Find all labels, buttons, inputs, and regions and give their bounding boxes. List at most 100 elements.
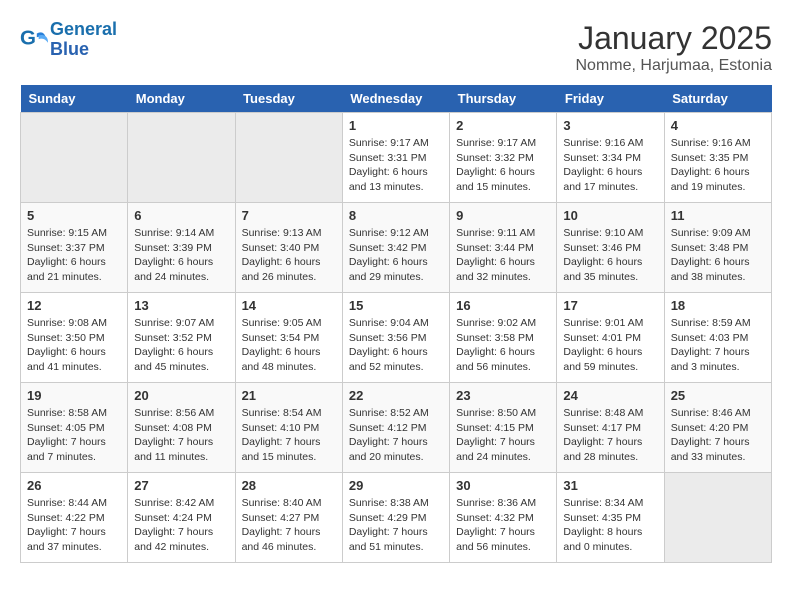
calendar-table: SundayMondayTuesdayWednesdayThursdayFrid…: [20, 85, 772, 563]
day-cell: 30 Sunrise: 8:36 AM Sunset: 4:32 PM Dayli…: [450, 473, 557, 563]
title-area: January 2025 Nomme, Harjumaa, Estonia: [575, 20, 772, 75]
day-cell: [235, 113, 342, 203]
day-info: Sunrise: 9:09 AM Sunset: 3:48 PM Dayligh…: [671, 226, 765, 285]
day-info: Sunrise: 8:46 AM Sunset: 4:20 PM Dayligh…: [671, 406, 765, 465]
day-info: Sunrise: 8:52 AM Sunset: 4:12 PM Dayligh…: [349, 406, 443, 465]
month-title: January 2025: [575, 20, 772, 57]
day-info: Sunrise: 9:08 AM Sunset: 3:50 PM Dayligh…: [27, 316, 121, 375]
day-info: Sunrise: 8:58 AM Sunset: 4:05 PM Dayligh…: [27, 406, 121, 465]
week-row-4: 19 Sunrise: 8:58 AM Sunset: 4:05 PM Dayli…: [21, 383, 772, 473]
day-number: 1: [349, 118, 443, 133]
logo: G General Blue: [20, 20, 117, 60]
day-info: Sunrise: 8:44 AM Sunset: 4:22 PM Dayligh…: [27, 496, 121, 555]
day-cell: 28Sunrise: 8:40 AM Sunset: 4:27 PM Dayli…: [235, 473, 342, 563]
day-cell: 14 Sunrise: 9:05 AM Sunset: 3:54 PM Dayli…: [235, 293, 342, 383]
day-cell: 27Sunrise: 8:42 AM Sunset: 4:24 PM Dayli…: [128, 473, 235, 563]
weekday-header-wednesday: Wednesday: [342, 85, 449, 113]
day-number: 27: [134, 478, 228, 493]
day-cell: 21 Sunrise: 8:54 AM Sunset: 4:10 PM Dayli…: [235, 383, 342, 473]
day-cell: 22 Sunrise: 8:52 AM Sunset: 4:12 PM Dayli…: [342, 383, 449, 473]
day-info: Sunrise: 8:56 AM Sunset: 4:08 PM Dayligh…: [134, 406, 228, 465]
weekday-header-row: SundayMondayTuesdayWednesdayThursdayFrid…: [21, 85, 772, 113]
day-number: 4: [671, 118, 765, 133]
day-info: Sunrise: 9:10 AM Sunset: 3:46 PM Dayligh…: [563, 226, 657, 285]
weekday-header-saturday: Saturday: [664, 85, 771, 113]
day-number: 18: [671, 298, 765, 313]
day-info: Sunrise: 9:01 AM Sunset: 4:01 PM Dayligh…: [563, 316, 657, 375]
day-number: 29: [349, 478, 443, 493]
day-number: 8: [349, 208, 443, 223]
day-info: Sunrise: 8:34 AM Sunset: 4:35 PM Dayligh…: [563, 496, 657, 555]
weekday-header-sunday: Sunday: [21, 85, 128, 113]
day-info: Sunrise: 9:15 AM Sunset: 3:37 PM Dayligh…: [27, 226, 121, 285]
day-info: Sunrise: 9:07 AM Sunset: 3:52 PM Dayligh…: [134, 316, 228, 375]
day-number: 13: [134, 298, 228, 313]
week-row-3: 12 Sunrise: 9:08 AM Sunset: 3:50 PM Dayli…: [21, 293, 772, 383]
day-cell: [664, 473, 771, 563]
day-number: 10: [563, 208, 657, 223]
weekday-header-monday: Monday: [128, 85, 235, 113]
day-cell: 17Sunrise: 9:01 AM Sunset: 4:01 PM Dayli…: [557, 293, 664, 383]
day-info: Sunrise: 9:17 AM Sunset: 3:31 PM Dayligh…: [349, 136, 443, 195]
day-cell: 16Sunrise: 9:02 AM Sunset: 3:58 PM Dayli…: [450, 293, 557, 383]
day-cell: 29Sunrise: 8:38 AM Sunset: 4:29 PM Dayli…: [342, 473, 449, 563]
day-info: Sunrise: 9:05 AM Sunset: 3:54 PM Dayligh…: [242, 316, 336, 375]
day-cell: 2Sunrise: 9:17 AM Sunset: 3:32 PM Daylig…: [450, 113, 557, 203]
svg-text:G: G: [20, 26, 36, 49]
day-cell: 9 Sunrise: 9:11 AM Sunset: 3:44 PM Daylig…: [450, 203, 557, 293]
day-cell: 20 Sunrise: 8:56 AM Sunset: 4:08 PM Dayli…: [128, 383, 235, 473]
day-info: Sunrise: 9:04 AM Sunset: 3:56 PM Dayligh…: [349, 316, 443, 375]
day-number: 3: [563, 118, 657, 133]
day-number: 21: [242, 388, 336, 403]
day-number: 7: [242, 208, 336, 223]
day-cell: 13 Sunrise: 9:07 AM Sunset: 3:52 PM Dayli…: [128, 293, 235, 383]
day-info: Sunrise: 9:14 AM Sunset: 3:39 PM Dayligh…: [134, 226, 228, 285]
header: G General Blue January 2025 Nomme, Harju…: [20, 20, 772, 75]
day-number: 15: [349, 298, 443, 313]
day-info: Sunrise: 9:13 AM Sunset: 3:40 PM Dayligh…: [242, 226, 336, 285]
logo-line1: General: [50, 19, 117, 39]
day-info: Sunrise: 9:11 AM Sunset: 3:44 PM Dayligh…: [456, 226, 550, 285]
day-cell: 18Sunrise: 8:59 AM Sunset: 4:03 PM Dayli…: [664, 293, 771, 383]
day-info: Sunrise: 9:16 AM Sunset: 3:35 PM Dayligh…: [671, 136, 765, 195]
day-info: Sunrise: 8:48 AM Sunset: 4:17 PM Dayligh…: [563, 406, 657, 465]
day-info: Sunrise: 9:17 AM Sunset: 3:32 PM Dayligh…: [456, 136, 550, 195]
day-number: 25: [671, 388, 765, 403]
day-cell: 12 Sunrise: 9:08 AM Sunset: 3:50 PM Dayli…: [21, 293, 128, 383]
day-number: 20: [134, 388, 228, 403]
day-cell: 6 Sunrise: 9:14 AM Sunset: 3:39 PM Daylig…: [128, 203, 235, 293]
location-title: Nomme, Harjumaa, Estonia: [575, 57, 772, 75]
day-number: 19: [27, 388, 121, 403]
day-info: Sunrise: 9:12 AM Sunset: 3:42 PM Dayligh…: [349, 226, 443, 285]
day-info: Sunrise: 8:36 AM Sunset: 4:32 PM Dayligh…: [456, 496, 550, 555]
day-number: 22: [349, 388, 443, 403]
day-number: 24: [563, 388, 657, 403]
weekday-header-friday: Friday: [557, 85, 664, 113]
weekday-header-thursday: Thursday: [450, 85, 557, 113]
day-number: 6: [134, 208, 228, 223]
day-number: 26: [27, 478, 121, 493]
day-number: 16: [456, 298, 550, 313]
day-number: 31: [563, 478, 657, 493]
logo-icon: G: [20, 26, 48, 54]
day-cell: 26 Sunrise: 8:44 AM Sunset: 4:22 PM Dayli…: [21, 473, 128, 563]
logo-text: General Blue: [50, 20, 117, 60]
day-info: Sunrise: 8:54 AM Sunset: 4:10 PM Dayligh…: [242, 406, 336, 465]
day-info: Sunrise: 8:50 AM Sunset: 4:15 PM Dayligh…: [456, 406, 550, 465]
day-cell: 11Sunrise: 9:09 AM Sunset: 3:48 PM Dayli…: [664, 203, 771, 293]
day-cell: 8 Sunrise: 9:12 AM Sunset: 3:42 PM Daylig…: [342, 203, 449, 293]
day-cell: [128, 113, 235, 203]
day-cell: 7 Sunrise: 9:13 AM Sunset: 3:40 PM Daylig…: [235, 203, 342, 293]
day-info: Sunrise: 9:16 AM Sunset: 3:34 PM Dayligh…: [563, 136, 657, 195]
day-number: 14: [242, 298, 336, 313]
logo-line2: Blue: [50, 39, 89, 59]
day-number: 5: [27, 208, 121, 223]
day-number: 12: [27, 298, 121, 313]
day-cell: 24 Sunrise: 8:48 AM Sunset: 4:17 PM Dayli…: [557, 383, 664, 473]
day-number: 9: [456, 208, 550, 223]
day-number: 30: [456, 478, 550, 493]
day-cell: 4 Sunrise: 9:16 AM Sunset: 3:35 PM Daylig…: [664, 113, 771, 203]
day-cell: 19 Sunrise: 8:58 AM Sunset: 4:05 PM Dayli…: [21, 383, 128, 473]
week-row-1: 1 Sunrise: 9:17 AM Sunset: 3:31 PM Daylig…: [21, 113, 772, 203]
day-cell: 1 Sunrise: 9:17 AM Sunset: 3:31 PM Daylig…: [342, 113, 449, 203]
